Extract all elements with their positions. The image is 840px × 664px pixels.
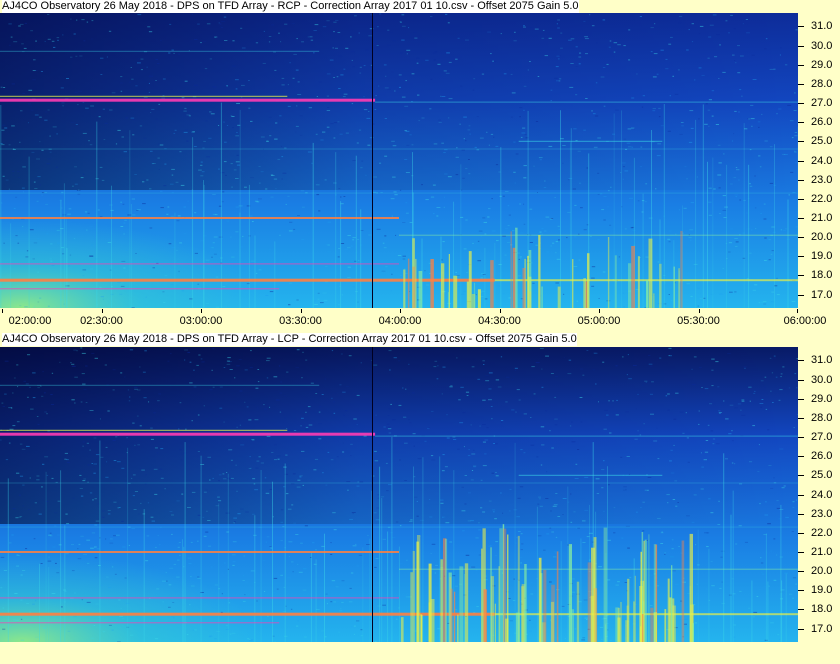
- y-tick: [798, 513, 804, 515]
- y-tick: [798, 551, 804, 553]
- y-tick-label: 20.0: [811, 231, 833, 244]
- rcp-frequency-axis: 17.0 18.0 19.0 20.0 21.0 22.0 23.0 24.0 25.0 26.0…: [798, 13, 840, 308]
- y-tick: [798, 590, 804, 592]
- x-tick: [797, 309, 798, 313]
- lcp-frequency-axis: 17.0 18.0 19.0 20.0 21.0 22.0 23.0 24.0 25.0 26.0…: [798, 347, 840, 642]
- y-tick-label: 18.0: [811, 269, 833, 282]
- y-tick: [798, 179, 804, 181]
- y-tick-label: 26.0: [811, 450, 833, 463]
- y-tick-label: 28.0: [811, 77, 833, 90]
- y-tick: [798, 103, 804, 105]
- x-tick-label: 05:00:00: [577, 315, 621, 327]
- y-tick-label: 19.0: [811, 584, 833, 597]
- y-tick-label: 27.0: [811, 97, 833, 110]
- x-tick-label: 04:30:00: [478, 315, 521, 327]
- x-tick: [400, 309, 401, 313]
- x-tick: [300, 309, 302, 313]
- bottom-strip: [0, 642, 840, 664]
- x-tick-label: 03:00:00: [179, 315, 223, 327]
- y-tick: [798, 609, 804, 611]
- y-tick-label: 18.0: [811, 603, 833, 616]
- y-tick-label: 29.0: [811, 392, 833, 405]
- y-tick-label: 27.0: [811, 431, 833, 444]
- y-tick-label: 22.0: [811, 526, 833, 539]
- y-tick: [798, 628, 804, 630]
- y-tick: [798, 571, 804, 573]
- y-tick: [798, 45, 804, 47]
- time-axis: 02:00:00 02:30:00 03:00:00 03:30:00 04:00:00…: [0, 309, 840, 333]
- y-tick: [798, 141, 804, 143]
- y-tick-label: 31.0: [811, 354, 833, 367]
- x-tick-label: 02:30:00: [80, 315, 123, 327]
- y-tick: [798, 456, 804, 458]
- y-tick-label: 25.0: [811, 469, 833, 482]
- time-marker-line: [372, 13, 373, 308]
- y-tick-label: 23.0: [811, 173, 833, 186]
- y-tick-label: 17.0: [811, 288, 833, 301]
- y-tick-label: 24.0: [811, 154, 833, 167]
- y-tick: [798, 160, 804, 162]
- y-tick-label: 31.0: [811, 20, 833, 33]
- y-tick: [798, 26, 804, 28]
- x-tick-label: 02:00:00: [8, 315, 52, 327]
- y-tick: [798, 475, 804, 477]
- y-tick-label: 30.0: [811, 373, 833, 386]
- x-tick: [499, 309, 501, 313]
- y-tick: [798, 256, 804, 258]
- y-tick-label: 29.0: [811, 58, 833, 71]
- y-tick: [798, 217, 804, 219]
- y-tick-label: 22.0: [811, 192, 833, 205]
- lcp-spectrogram: [0, 347, 798, 642]
- lcp-spectrogram-svg: [0, 347, 798, 642]
- y-tick: [798, 417, 804, 419]
- rcp-spectrogram-svg: [0, 13, 798, 308]
- y-tick: [798, 532, 804, 534]
- spectrogram-glow: [0, 479, 439, 642]
- y-tick-label: 21.0: [811, 211, 833, 224]
- y-tick-label: 23.0: [811, 507, 833, 520]
- x-tick-label: 04:00:00: [378, 315, 422, 327]
- rcp-spectrogram: [0, 13, 798, 308]
- x-tick-label: 06:00:00: [783, 315, 827, 327]
- y-tick: [798, 494, 804, 496]
- y-tick: [798, 379, 804, 381]
- y-tick: [798, 437, 804, 439]
- y-tick-label: 17.0: [811, 622, 833, 635]
- y-tick: [798, 83, 804, 85]
- y-tick-label: 20.0: [811, 565, 833, 578]
- time-marker-line: [372, 347, 373, 642]
- x-tick: [101, 309, 103, 313]
- y-tick-label: 26.0: [811, 116, 833, 129]
- lcp-panel-title: AJ4CO Observatory 26 May 2018 - DPS on T…: [2, 333, 577, 346]
- x-tick: [698, 309, 700, 313]
- y-tick: [798, 294, 804, 296]
- y-tick: [798, 398, 804, 400]
- x-tick: [2, 309, 3, 313]
- y-tick-label: 21.0: [811, 545, 833, 558]
- y-tick-label: 19.0: [811, 250, 833, 263]
- y-tick-label: 30.0: [811, 39, 833, 52]
- rcp-panel-title: AJ4CO Observatory 26 May 2018 - DPS on T…: [2, 0, 579, 13]
- x-tick-label: 03:30:00: [279, 315, 322, 327]
- x-tick: [201, 309, 202, 313]
- y-tick: [798, 64, 804, 66]
- y-tick: [798, 360, 804, 362]
- y-tick-label: 25.0: [811, 135, 833, 148]
- y-tick: [798, 198, 804, 200]
- y-tick: [798, 275, 804, 277]
- y-tick: [798, 237, 804, 239]
- y-tick-label: 24.0: [811, 488, 833, 501]
- y-tick-label: 28.0: [811, 411, 833, 424]
- x-tick: [599, 309, 600, 313]
- y-tick: [798, 122, 804, 124]
- x-tick-label: 05:30:00: [677, 315, 720, 327]
